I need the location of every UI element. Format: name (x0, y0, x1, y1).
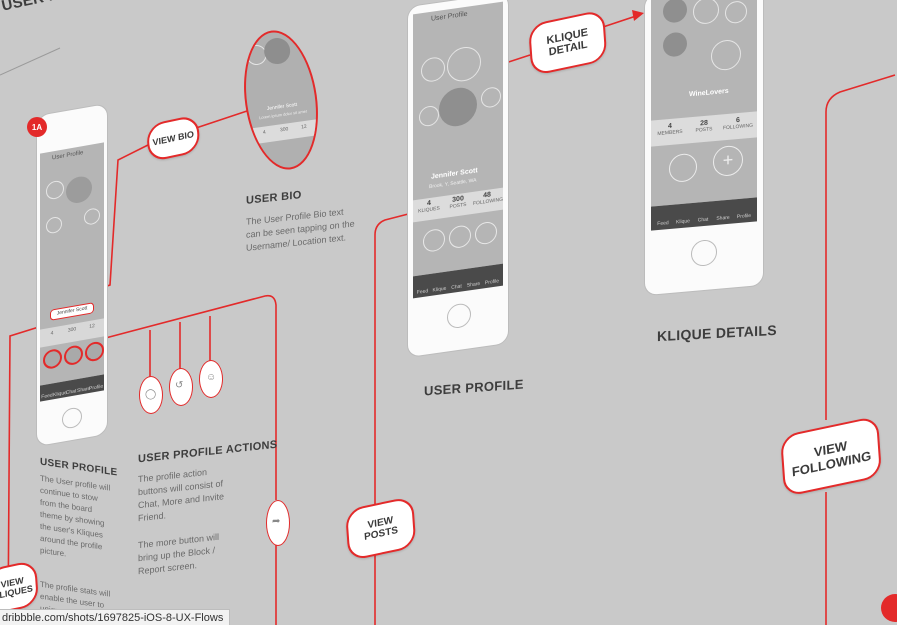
home-button (691, 238, 717, 268)
klique-circle[interactable] (84, 207, 100, 226)
tab-klique[interactable]: Klique (53, 390, 67, 398)
tab-profile[interactable]: Profile (89, 384, 103, 393)
klique-circle[interactable] (447, 44, 481, 84)
tab-share[interactable]: Share (713, 214, 733, 222)
tab-share[interactable]: Share (77, 386, 90, 394)
tab-profile[interactable]: Profile (482, 278, 502, 287)
invite-action-circle[interactable]: ☺ (199, 360, 223, 398)
klique-circle[interactable] (419, 104, 439, 128)
tab-feed[interactable]: Feed (414, 288, 431, 296)
phone-klique-detail: WineLovers 4 MEMBERS 28 POSTS 6 FOLLOWING +… (645, 0, 763, 296)
chat-button[interactable] (669, 152, 697, 184)
klique-circle[interactable] (46, 179, 64, 201)
member-avatar[interactable] (663, 31, 687, 58)
stat-posts[interactable]: 300 POSTS (444, 194, 472, 211)
stat-following[interactable]: 6 FOLLOWING (721, 116, 755, 132)
invite-icon: ☺ (206, 372, 217, 383)
chat-icon: ◯ (145, 389, 157, 400)
invite-action-button[interactable] (475, 220, 497, 246)
stat-value: 12 (89, 322, 95, 330)
phone-user-profile-small: User Profile Jennifer Scott 4 300 12 Fee… (37, 103, 107, 447)
stat-value: 300 (67, 326, 77, 334)
more-action-button[interactable] (64, 344, 83, 367)
stats-bar: 4 300 12 (250, 119, 321, 145)
screen: User Profile Jennifer Scott 4 300 12 (40, 142, 104, 386)
step-badge: 1A (27, 117, 47, 137)
stat-value: 12 (300, 123, 308, 131)
klique-circle[interactable] (693, 0, 719, 25)
klique-circle[interactable] (725, 0, 747, 25)
ux-flow-canvas: USER PRO User Profile Jennifer Scott 4 3… (0, 0, 897, 625)
status-bar-url: dribbble.com/shots/1697825-iOS-8-UX-Flow… (0, 609, 231, 625)
nav-title: User Profile (431, 10, 468, 23)
tab-chat[interactable]: Chat (65, 388, 77, 396)
klique-title: WineLovers (689, 87, 729, 99)
tab-share[interactable]: Share (465, 281, 482, 289)
screen: WineLovers 4 MEMBERS 28 POSTS 6 FOLLOWING + (651, 0, 757, 207)
stat-posts[interactable]: 28 POSTS (687, 119, 721, 135)
tab-profile[interactable]: Profile (733, 213, 755, 221)
more-action-circle[interactable]: ↺ (169, 368, 193, 406)
tab-klique[interactable]: Klique (431, 285, 448, 294)
klique-circle[interactable] (421, 55, 445, 84)
tab-klique[interactable]: Klique (673, 218, 693, 226)
screen: User Profile Jennifer Scott Brook, Y, Se… (413, 1, 503, 277)
invite-action-button[interactable] (85, 340, 104, 363)
stat-members[interactable]: 4 MEMBERS (653, 121, 687, 137)
chat-action-button[interactable] (423, 227, 445, 253)
klique-circle[interactable] (46, 215, 62, 235)
chat-action-button[interactable] (43, 347, 62, 371)
member-avatar[interactable] (663, 0, 687, 24)
stat-value: 4 (50, 330, 54, 337)
more-icon: ↺ (175, 380, 184, 391)
avatar (439, 85, 477, 129)
stat-value: 300 (279, 126, 289, 134)
stat-kliques[interactable]: 4 KLIQUES (415, 198, 443, 215)
tab-feed[interactable]: Feed (653, 220, 673, 228)
share-icon: ➦ (272, 516, 281, 527)
more-action-button[interactable] (449, 224, 471, 250)
name-tag[interactable]: Jennifer Scott (50, 302, 94, 321)
stats-bar: 4 KLIQUES 300 POSTS 48 FOLLOWING (413, 187, 503, 223)
klique-circle[interactable] (711, 38, 741, 72)
add-icon[interactable]: + (713, 144, 743, 178)
home-button (447, 302, 471, 330)
tab-chat[interactable]: Chat (448, 283, 465, 291)
tab-chat[interactable]: Chat (693, 216, 713, 224)
home-button (62, 406, 82, 430)
chat-action-circle[interactable]: ◯ (139, 376, 163, 414)
nav-title: User Profile (52, 149, 84, 162)
stat-value: 4 (262, 129, 267, 136)
user-profile-description: The User profile will continue to stow f… (40, 473, 111, 559)
avatar (262, 36, 292, 66)
share-action-circle[interactable]: ➦ (266, 500, 290, 546)
avatar (66, 174, 92, 206)
view-bio-label: VIEW BIO (152, 129, 195, 148)
phone-user-profile: User Profile Jennifer Scott Brook, Y, Se… (408, 0, 508, 358)
klique-circle[interactable] (481, 85, 501, 109)
stat-following[interactable]: 48 FOLLOWING (473, 190, 503, 207)
stats-bar: 4 MEMBERS 28 POSTS 6 FOLLOWING (651, 111, 757, 147)
tab-feed[interactable]: Feed (41, 392, 53, 400)
actions-description-1: The profile action buttons will consist … (138, 466, 225, 524)
